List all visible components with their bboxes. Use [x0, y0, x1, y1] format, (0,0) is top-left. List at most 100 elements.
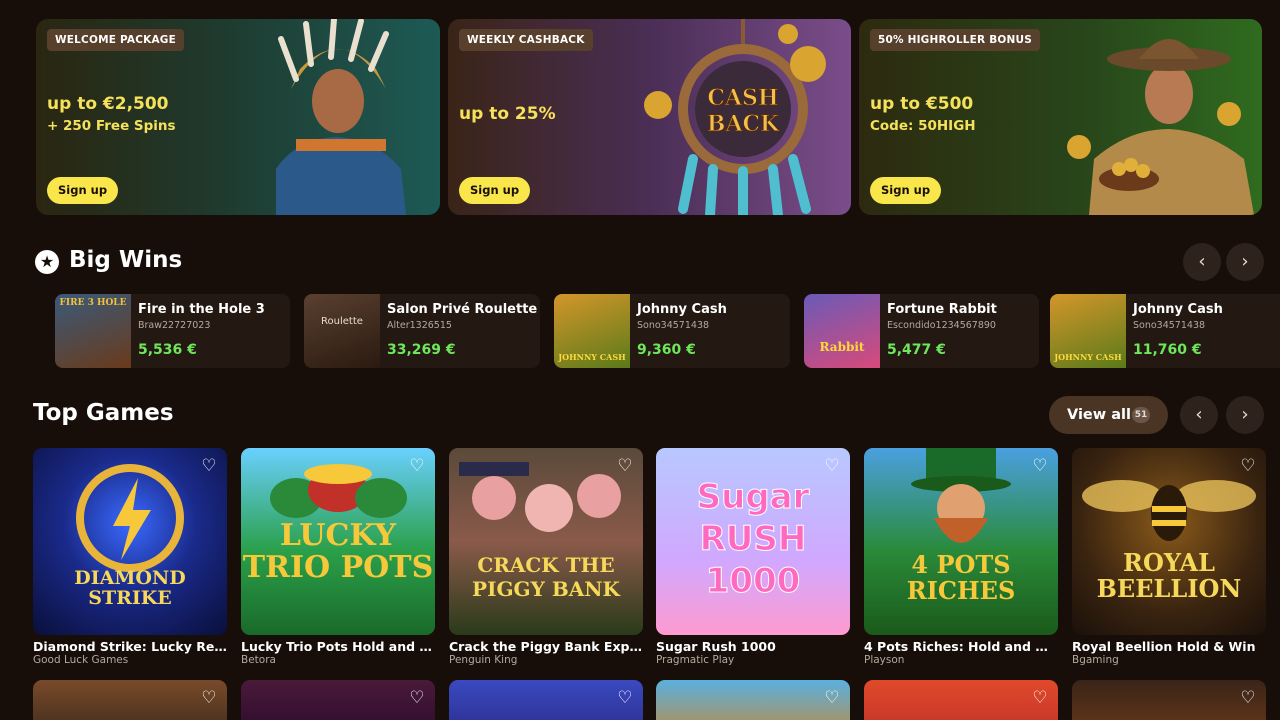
heart-outline-icon[interactable]: ♡	[407, 456, 427, 476]
top-games-prev-button[interactable]: ‹	[1180, 396, 1218, 434]
win-username: Braw22727023	[138, 320, 211, 331]
win-game-thumbnail: Roulette	[304, 294, 380, 368]
big-wins-next-button[interactable]: ›	[1226, 243, 1264, 281]
game-thumbnail[interactable]: 4 POTS RICHES ♡	[864, 448, 1058, 635]
heart-outline-icon[interactable]: ♡	[407, 688, 427, 708]
win-username: Sono34571438	[1133, 320, 1206, 331]
win-game-thumbnail: Rabbit	[804, 294, 880, 368]
game-provider: Bgaming	[1072, 654, 1119, 666]
game-card[interactable]: 4 POTS RICHES ♡ 4 Pots Riches: Hold and …	[864, 448, 1058, 666]
heart-outline-icon[interactable]: ♡	[199, 688, 219, 708]
win-game-thumbnail: JOHNNY CASH	[1050, 294, 1126, 368]
win-game-thumbnail: JOHNNY CASH	[554, 294, 630, 368]
game-title: Crack the Piggy Bank Expre...	[449, 639, 643, 654]
big-win-card[interactable]: JOHNNY CASH Johnny Cash Sono34571438 9,3…	[554, 294, 790, 368]
cashback-dreamcatcher-art: CASH BACK	[644, 19, 826, 215]
promo-banners: WELCOME PACKAGE up to €2,500 + 250 Free …	[36, 19, 1262, 215]
chevron-left-icon: ‹	[1198, 251, 1206, 272]
promo-title: up to €2,500	[47, 94, 169, 114]
game-card[interactable]: ROYAL BEELLION ♡ Royal Beellion Hold & W…	[1072, 448, 1266, 666]
win-game-thumbnail: FIRE 3 HOLE	[55, 294, 131, 368]
chief-character-art	[276, 19, 406, 215]
game-title: Sugar Rush 1000	[656, 639, 776, 654]
game-thumbnail[interactable]: ROYAL BEELLION ♡	[1072, 448, 1266, 635]
game-card[interactable]: ♡	[656, 680, 850, 720]
heart-outline-icon[interactable]: ♡	[822, 456, 842, 476]
game-thumbnail[interactable]: LUCKY TRIO POTS ♡	[241, 448, 435, 635]
big-win-card[interactable]: Rabbit Fortune Rabbit Escondido123456789…	[804, 294, 1039, 368]
game-card[interactable]: ♡	[864, 680, 1058, 720]
game-card[interactable]: CRACK THE PIGGY BANK ♡ Crack the Piggy B…	[449, 448, 643, 666]
svg-text:CASH: CASH	[707, 85, 778, 111]
chevron-right-icon: ›	[1241, 251, 1249, 272]
game-card[interactable]: Sugar RUSH 1000 ♡ Sugar Rush 1000 Pragma…	[656, 448, 850, 666]
heart-outline-icon[interactable]: ♡	[1030, 456, 1050, 476]
cowboy-character-art	[1067, 39, 1254, 215]
win-game-name: Salon Privé Roulette	[387, 302, 538, 317]
sign-up-button[interactable]: Sign up	[459, 177, 531, 204]
game-thumbnail[interactable]: CRACK THE PIGGY BANK ♡	[449, 448, 643, 635]
game-card[interactable]: ♡	[449, 680, 643, 720]
game-title: Diamond Strike: Lucky Reels	[33, 639, 227, 654]
game-provider: Playson	[864, 654, 905, 666]
promo-welcome-package[interactable]: WELCOME PACKAGE up to €2,500 + 250 Free …	[36, 19, 440, 215]
heart-outline-icon[interactable]: ♡	[1238, 688, 1258, 708]
win-amount: 33,269 €	[387, 342, 456, 358]
top-games-title: Top Games	[33, 400, 174, 426]
sign-up-button[interactable]: Sign up	[47, 177, 119, 204]
heart-outline-icon[interactable]: ♡	[615, 456, 635, 476]
big-win-card[interactable]: JOHNNY CASH Johnny Cash Sono34571438 11,…	[1050, 294, 1280, 368]
win-amount: 5,477 €	[887, 342, 946, 358]
games-count-badge: 51	[1132, 407, 1150, 423]
win-username: Sono34571438	[637, 320, 710, 331]
big-wins-prev-button[interactable]: ‹	[1183, 243, 1221, 281]
leprechaun-art	[911, 448, 1011, 543]
promo-subtitle: Code: 50HIGH	[870, 118, 976, 134]
win-username: Alter1326515	[387, 320, 452, 331]
promo-title: up to 25%	[459, 104, 556, 124]
win-game-name: Johnny Cash	[637, 302, 727, 317]
game-card[interactable]: ♡	[241, 680, 435, 720]
win-game-name: Fire in the Hole 3	[138, 302, 265, 317]
star-circle-icon: ★	[35, 250, 59, 274]
win-amount: 5,536 €	[138, 342, 197, 358]
pigs-art	[459, 462, 621, 532]
heart-outline-icon[interactable]: ♡	[822, 688, 842, 708]
win-game-name: Fortune Rabbit	[887, 302, 997, 317]
game-provider: Good Luck Games	[33, 654, 129, 666]
svg-text:BACK: BACK	[707, 111, 780, 137]
game-title: 4 Pots Riches: Hold and Win	[864, 639, 1058, 654]
chevron-left-icon: ‹	[1195, 404, 1203, 425]
heart-outline-icon[interactable]: ♡	[1030, 688, 1050, 708]
promo-subtitle: + 250 Free Spins	[47, 118, 176, 134]
view-all-label: View all	[1067, 407, 1131, 423]
game-thumbnail[interactable]: Sugar RUSH 1000 ♡	[656, 448, 850, 635]
heart-outline-icon[interactable]: ♡	[199, 456, 219, 476]
game-card[interactable]: DIAMOND STRIKE ♡ Diamond Strike: Lucky R…	[33, 448, 227, 666]
promo-weekly-cashback[interactable]: WEEKLY CASHBACK up to 25% Sign up CASH B…	[448, 19, 851, 215]
sign-up-button[interactable]: Sign up	[870, 177, 942, 204]
game-thumbnail[interactable]: DIAMOND STRIKE ♡	[33, 448, 227, 635]
heart-outline-icon[interactable]: ♡	[615, 688, 635, 708]
bee-art	[1082, 480, 1256, 541]
game-provider: Betora	[241, 654, 276, 666]
big-wins-title: Big Wins	[69, 247, 183, 273]
promo-title: up to €500	[870, 94, 974, 114]
game-provider: Penguin King	[449, 654, 518, 666]
top-games-next-button[interactable]: ›	[1226, 396, 1264, 434]
promo-badge: WEEKLY CASHBACK	[459, 29, 593, 51]
big-win-card[interactable]: Roulette Salon Privé Roulette Alter13265…	[304, 294, 540, 368]
game-card[interactable]: ♡	[33, 680, 227, 720]
game-card[interactable]: ♡	[1072, 680, 1266, 720]
game-provider: Pragmatic Play	[656, 654, 735, 666]
promo-badge: 50% HIGHROLLER BONUS	[870, 29, 1040, 51]
heart-outline-icon[interactable]: ♡	[1238, 456, 1258, 476]
game-card[interactable]: LUCKY TRIO POTS ♡ Lucky Trio Pots Hold a…	[241, 448, 435, 666]
win-amount: 9,360 €	[637, 342, 696, 358]
game-title: Lucky Trio Pots Hold and Win	[241, 639, 435, 654]
promo-badge: WELCOME PACKAGE	[47, 29, 184, 51]
big-win-card[interactable]: FIRE 3 HOLE Fire in the Hole 3 Braw22727…	[55, 294, 290, 368]
promo-highroller-bonus[interactable]: 50% HIGHROLLER BONUS up to €500 Code: 50…	[859, 19, 1262, 215]
win-game-name: Johnny Cash	[1133, 302, 1223, 317]
view-all-button[interactable]: View all 51	[1049, 396, 1168, 434]
